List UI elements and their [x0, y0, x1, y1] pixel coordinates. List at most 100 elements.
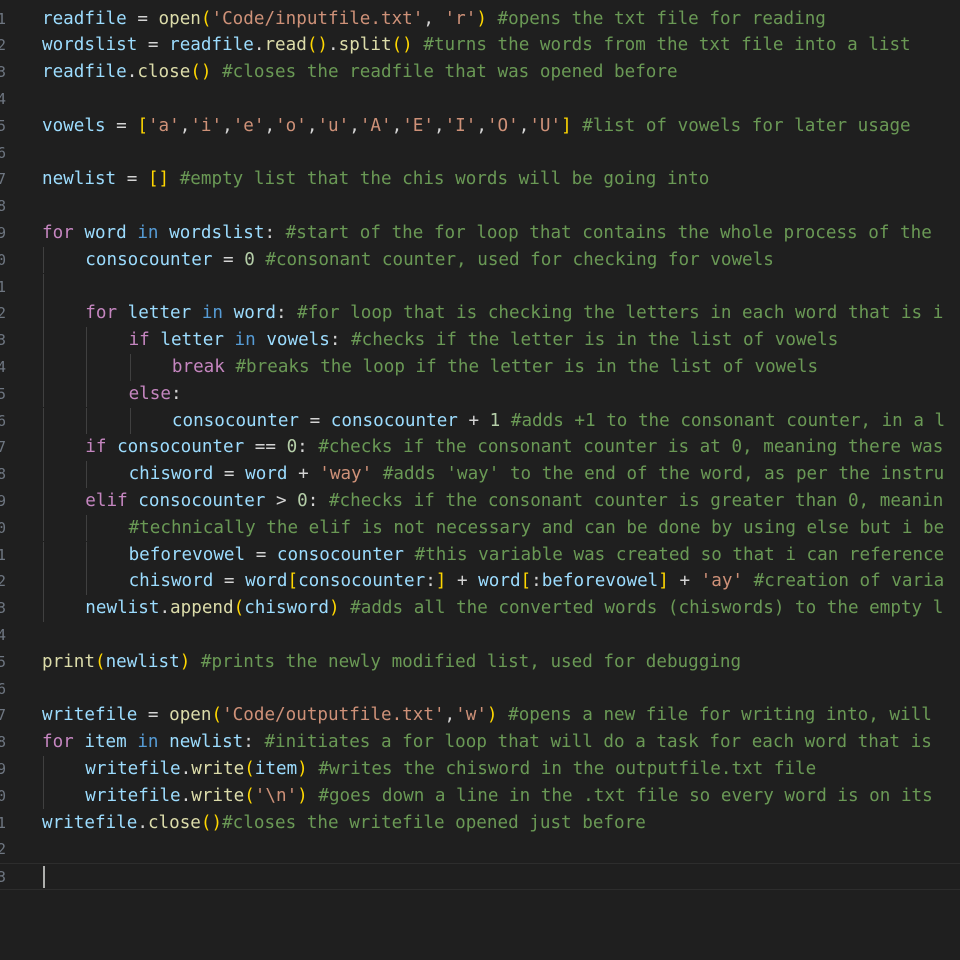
- code-token: :: [307, 490, 329, 511]
- code-line[interactable]: 3 readfile.close() #closes the readfile t…: [0, 59, 960, 86]
- code-line[interactable]: 1: [0, 273, 960, 301]
- code-line[interactable]: 7 if consocounter == 0: #checks if the co…: [0, 434, 960, 462]
- code-line[interactable]: 6 consocounter = consocounter + 1 #adds +…: [0, 407, 960, 435]
- code-line[interactable]: 0 #technically the elif is not necessary …: [0, 514, 960, 542]
- code-line[interactable]: 8 chisword = word + 'way' #adds 'way' to …: [0, 461, 960, 488]
- code-line[interactable]: 8 for item in newlist: #initiates a for l…: [0, 729, 960, 756]
- code-text: print(newlist) #prints the newly modifie…: [42, 649, 741, 676]
- code-line[interactable]: 4: [0, 622, 960, 649]
- code-token: ,: [306, 115, 318, 136]
- code-token: ,: [518, 115, 530, 136]
- code-token: #checks if the consonant counter is grea…: [328, 490, 944, 511]
- code-line[interactable]: 6: [0, 676, 960, 703]
- code-text: writefile.write('\n') #goes down a line …: [85, 783, 932, 810]
- code-line[interactable]: 9 elif consocounter > 0: #checks if the c…: [0, 487, 960, 515]
- code-token: 0: [244, 249, 255, 270]
- code-line[interactable]: 1 writefile.close()#closes the writefile …: [0, 810, 960, 837]
- indent-guide: [86, 353, 88, 381]
- code-token: newlist: [42, 169, 117, 190]
- line-number: 1: [0, 277, 7, 296]
- code-token: #writes the chisword in the outputfile.t…: [318, 758, 817, 779]
- code-token: in: [137, 732, 159, 753]
- code-text: writefile = open('Code/outputfile.txt','…: [42, 702, 932, 729]
- code-token: (): [200, 812, 223, 833]
- code-token: #closes the readfile that was opened bef…: [222, 62, 678, 83]
- code-line[interactable]: 4 break #breaks the loop if the letter is…: [0, 353, 960, 381]
- code-token: write: [191, 758, 245, 779]
- code-line[interactable]: 5 print(newlist) #prints the newly modifi…: [0, 649, 960, 676]
- code-token: ]: [658, 571, 669, 592]
- line-number: 9: [0, 491, 7, 510]
- line-number: 9: [0, 223, 7, 242]
- code-line[interactable]: 5 vowels = ['a','i','e','o','u','A','E','…: [0, 113, 960, 140]
- code-token: ,: [264, 115, 276, 136]
- code-line[interactable]: 0 writefile.write('\n') #goes down a line…: [0, 782, 960, 810]
- code-token: #creation of varia: [753, 571, 945, 592]
- code-line[interactable]: 2 wordslist = readfile.read().split() #tu…: [0, 32, 960, 59]
- code-token: =: [105, 115, 138, 136]
- code-token: consocounter: [171, 410, 299, 431]
- code-line[interactable]: 2 for letter in word: #for loop that is c…: [0, 300, 960, 328]
- text-cursor: [43, 866, 45, 889]
- code-token: ): [297, 758, 308, 779]
- code-line[interactable]: 1 beforevowel = consocounter #this variab…: [0, 541, 960, 569]
- code-token: word: [245, 571, 288, 592]
- code-line[interactable]: 3 newlist.append(chisword) #adds all the …: [0, 595, 960, 622]
- code-text: elif consocounter > 0: #checks if the co…: [85, 488, 943, 515]
- code-text: wordslist = readfile.read().split() #tur…: [42, 32, 911, 59]
- code-token: elif: [85, 490, 128, 511]
- code-token: open: [158, 8, 201, 29]
- code-line[interactable]: 6: [0, 140, 960, 167]
- code-line[interactable]: 1 readfile = open('Code/inputfile.txt', '…: [0, 6, 960, 33]
- code-line[interactable]: 3: [0, 863, 960, 890]
- code-line[interactable]: 7 newlist = [] #empty list that the chis …: [0, 166, 960, 193]
- code-token: #opens a new file for writing into, will: [508, 705, 932, 726]
- line-number: 3: [0, 599, 7, 618]
- code-line[interactable]: 7 writefile = open('Code/outputfile.txt',…: [0, 702, 960, 729]
- code-token: #goes down a line in the .txt file so ev…: [318, 785, 933, 806]
- code-token: (: [244, 758, 255, 779]
- line-number: 0: [0, 250, 7, 269]
- code-token: .: [137, 812, 148, 833]
- code-token: 'Code/inputfile.txt': [211, 8, 424, 29]
- code-token: [: [287, 571, 299, 592]
- code-line[interactable]: 5 else:: [0, 380, 960, 408]
- code-line[interactable]: 2: [0, 836, 960, 863]
- code-editor[interactable]: 1 readfile = open('Code/inputfile.txt', '…: [0, 0, 960, 960]
- code-token: +: [457, 410, 490, 431]
- line-number: 2: [0, 36, 7, 55]
- code-token: =: [245, 544, 277, 565]
- code-token: (: [200, 8, 212, 29]
- code-token: in: [137, 222, 159, 243]
- code-line[interactable]: 3 if letter in vowels: #checks if the let…: [0, 327, 960, 354]
- code-line[interactable]: 9 writefile.write(item) #writes the chisw…: [0, 755, 960, 783]
- code-token: close: [147, 812, 201, 833]
- code-line[interactable]: 8: [0, 193, 960, 220]
- code-text: newlist = [] #empty list that the chis w…: [42, 166, 709, 193]
- code-line[interactable]: 4: [0, 86, 960, 113]
- line-number: 1: [0, 813, 7, 832]
- code-line[interactable]: 0 consocounter = 0 #consonant counter, us…: [0, 246, 960, 274]
- code-token: 'E': [402, 115, 434, 136]
- code-token: in: [201, 303, 224, 324]
- code-line[interactable]: 2 chisword = word[consocounter:] + word[:…: [0, 568, 960, 596]
- code-token: 'A': [359, 115, 392, 136]
- line-number: 7: [0, 438, 7, 457]
- code-token: readfile: [42, 8, 127, 29]
- code-token: #closes the writefile opened just before: [222, 812, 646, 833]
- code-token: ): [297, 785, 308, 806]
- code-line[interactable]: 9 for word in wordslist: #start of the fo…: [0, 220, 960, 247]
- indent-guide: [43, 782, 44, 810]
- code-token: newlist: [105, 651, 180, 672]
- code-token: writefile: [42, 812, 138, 833]
- code-token: #adds 'way' to the end of the word, as p…: [382, 464, 945, 485]
